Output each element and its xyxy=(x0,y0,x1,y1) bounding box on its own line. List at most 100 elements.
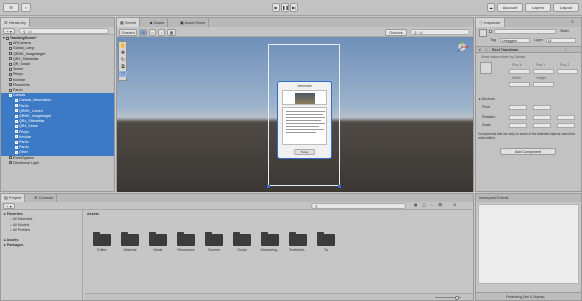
play-icon: ▶ xyxy=(274,5,278,10)
pivot-x-field[interactable] xyxy=(509,105,527,110)
effects-dropdown[interactable]: ▦ xyxy=(167,28,176,36)
hierarchy-item-label: Global_Lamp xyxy=(13,46,35,51)
canvas-handle-bl[interactable] xyxy=(267,185,270,188)
project-tree-item[interactable]: ▸ Assets xyxy=(4,238,18,242)
hierarchy-item[interactable]: Directional Light xyxy=(1,161,114,166)
favorite-star-icon[interactable]: ☆ xyxy=(430,203,433,207)
project-tree-item[interactable]: ▸ Favorites xyxy=(4,212,23,216)
project-tree-item[interactable]: ⌕ All Models xyxy=(10,223,29,227)
create-dropdown[interactable]: + ▾ xyxy=(3,28,15,34)
step-icon: ▶| xyxy=(291,5,297,10)
scene-tab-label: Scene xyxy=(124,20,137,25)
filter-type-icon[interactable]: ▦ xyxy=(414,203,417,207)
tab-game[interactable]: ■ Game xyxy=(147,18,169,27)
layout-dropdown[interactable]: Layout xyxy=(553,3,579,12)
project-tree-label: All Materials xyxy=(12,217,33,222)
scale-tool-icon[interactable]: ⧉ xyxy=(119,64,127,70)
active-checkbox[interactable] xyxy=(489,30,492,33)
collab-cloud-icon[interactable]: ☁ xyxy=(487,3,495,12)
rotate-tool-icon[interactable]: ↻ xyxy=(119,57,127,63)
folder-icon[interactable] xyxy=(233,232,251,246)
project-tree-label: All Models xyxy=(12,222,30,227)
anchors-foldout[interactable]: ▸ Anchors xyxy=(479,97,495,101)
pivot-toggle[interactable]: ○ xyxy=(21,3,31,12)
tab-scene[interactable]: ▦ Scene xyxy=(117,18,141,27)
pause-button[interactable]: ❚❚ xyxy=(281,3,289,12)
audio-toggle[interactable]: ♪ xyxy=(158,28,165,36)
scene-search-input[interactable]: ⚲ All xyxy=(410,29,470,35)
inspector-tab-label: Inspector xyxy=(484,20,501,25)
folder-icon[interactable] xyxy=(121,232,139,246)
play-button[interactable]: ▶ xyxy=(272,3,280,12)
hand-tool-icon[interactable]: ✋ xyxy=(119,43,127,49)
layers-dropdown[interactable]: Layers xyxy=(525,3,551,12)
folder-icon[interactable] xyxy=(317,232,335,246)
transform-tools[interactable]: ☰ xyxy=(3,3,19,12)
pos-x-field[interactable] xyxy=(509,69,530,74)
text-line xyxy=(286,123,325,124)
scene-search-placeholder: All xyxy=(419,30,423,35)
tab-asset-store[interactable]: ▣ Asset Store xyxy=(177,18,210,27)
folder-icon[interactable] xyxy=(149,232,167,246)
hierarchy-search-input[interactable]: ⚲ All xyxy=(19,28,109,34)
tab-console[interactable]: ☰ Console xyxy=(31,194,58,202)
rect-tool-icon[interactable]: □ xyxy=(119,71,127,77)
gameobject-name-field[interactable] xyxy=(494,29,556,34)
project-tree-item[interactable]: ▸ Packages xyxy=(4,243,23,247)
lighting-toggle[interactable]: ☼ xyxy=(149,28,156,36)
folder-icon[interactable] xyxy=(93,232,111,246)
folder-icon[interactable] xyxy=(177,232,195,246)
tab-project[interactable]: ▤ Project xyxy=(1,194,26,202)
project-create-dropdown[interactable]: + ▾ xyxy=(3,203,15,209)
draw-mode-dropdown[interactable]: Shaded xyxy=(119,28,137,36)
scene-gizmo[interactable] xyxy=(453,38,471,56)
layer-dropdown[interactable]: UI xyxy=(546,38,576,43)
interrupted-events-panel: Interrupted Events Previewing (Veri 5, B… xyxy=(475,193,582,301)
tab-hierarchy[interactable]: ☰ Hierarchy xyxy=(1,18,30,27)
component-menu-icon[interactable]: ⋮ xyxy=(564,48,568,52)
info-card[interactable]: Informasi Tutup xyxy=(277,81,332,159)
scale-z-field[interactable] xyxy=(557,123,575,128)
assets-breadcrumb[interactable]: Assets xyxy=(87,212,99,216)
account-dropdown[interactable]: Account xyxy=(497,3,523,12)
pos-y-field[interactable] xyxy=(533,69,554,74)
canvas-handle-br[interactable] xyxy=(338,185,341,188)
step-button[interactable]: ▶| xyxy=(290,3,298,12)
driven-notice: Some values driven by Canvas. xyxy=(481,55,526,59)
folder-icon[interactable] xyxy=(261,232,279,246)
lock-icon[interactable]: ⚿ xyxy=(571,20,574,24)
rotation-z-field[interactable] xyxy=(557,115,575,120)
2d-toggle[interactable]: 2D xyxy=(139,28,147,36)
icon-size-slider-thumb[interactable] xyxy=(455,295,459,300)
tag-dropdown[interactable]: Untagged xyxy=(500,38,530,43)
preview-status-text: Previewing (Veri 5, Buyma) xyxy=(506,294,545,299)
hierarchy-item-label: QR4_Sobar xyxy=(19,124,38,129)
visibility-eye-icon[interactable]: 👁 xyxy=(438,203,443,207)
assets-grid: Editor Material Mode Resources Scenes Script S… xyxy=(85,220,473,292)
width-field[interactable] xyxy=(509,82,530,87)
scale-x-field[interactable] xyxy=(509,123,527,128)
gizmos-dropdown[interactable]: Gizmos xyxy=(385,28,407,36)
search-icon: ⚲ xyxy=(315,204,318,209)
rect-transform-header[interactable]: ▾ □ Rect Transform ⋮ xyxy=(476,46,581,53)
height-field[interactable] xyxy=(533,82,554,87)
rotation-x-field[interactable] xyxy=(509,115,527,120)
folder-label: TextMesh... xyxy=(288,248,308,252)
folder-icon[interactable] xyxy=(289,232,307,246)
rotation-y-field[interactable] xyxy=(533,115,551,120)
anchor-preset-button[interactable] xyxy=(480,62,492,74)
project-search-input[interactable]: ⚲ xyxy=(311,203,406,209)
scale-y-field[interactable] xyxy=(533,123,551,128)
pivot-label: Pivot xyxy=(482,105,490,109)
move-tool-icon[interactable]: ✥ xyxy=(119,50,127,56)
project-tree-item[interactable]: ⌕ All Prefabs xyxy=(10,228,30,232)
add-component-button[interactable]: Add Component xyxy=(500,148,556,155)
folder-icon[interactable] xyxy=(205,232,223,246)
asset-store-tab-label: Asset Store xyxy=(184,20,206,25)
pos-z-field[interactable] xyxy=(557,69,578,74)
pivot-y-field[interactable] xyxy=(533,105,551,110)
project-tree-item[interactable]: ⌕ All Materials xyxy=(10,217,32,221)
tab-inspector[interactable]: ⓘ Inspector xyxy=(476,18,505,27)
info-card-close-button[interactable]: Tutup xyxy=(294,149,315,155)
filter-label-icon[interactable]: ◯ xyxy=(422,203,426,207)
